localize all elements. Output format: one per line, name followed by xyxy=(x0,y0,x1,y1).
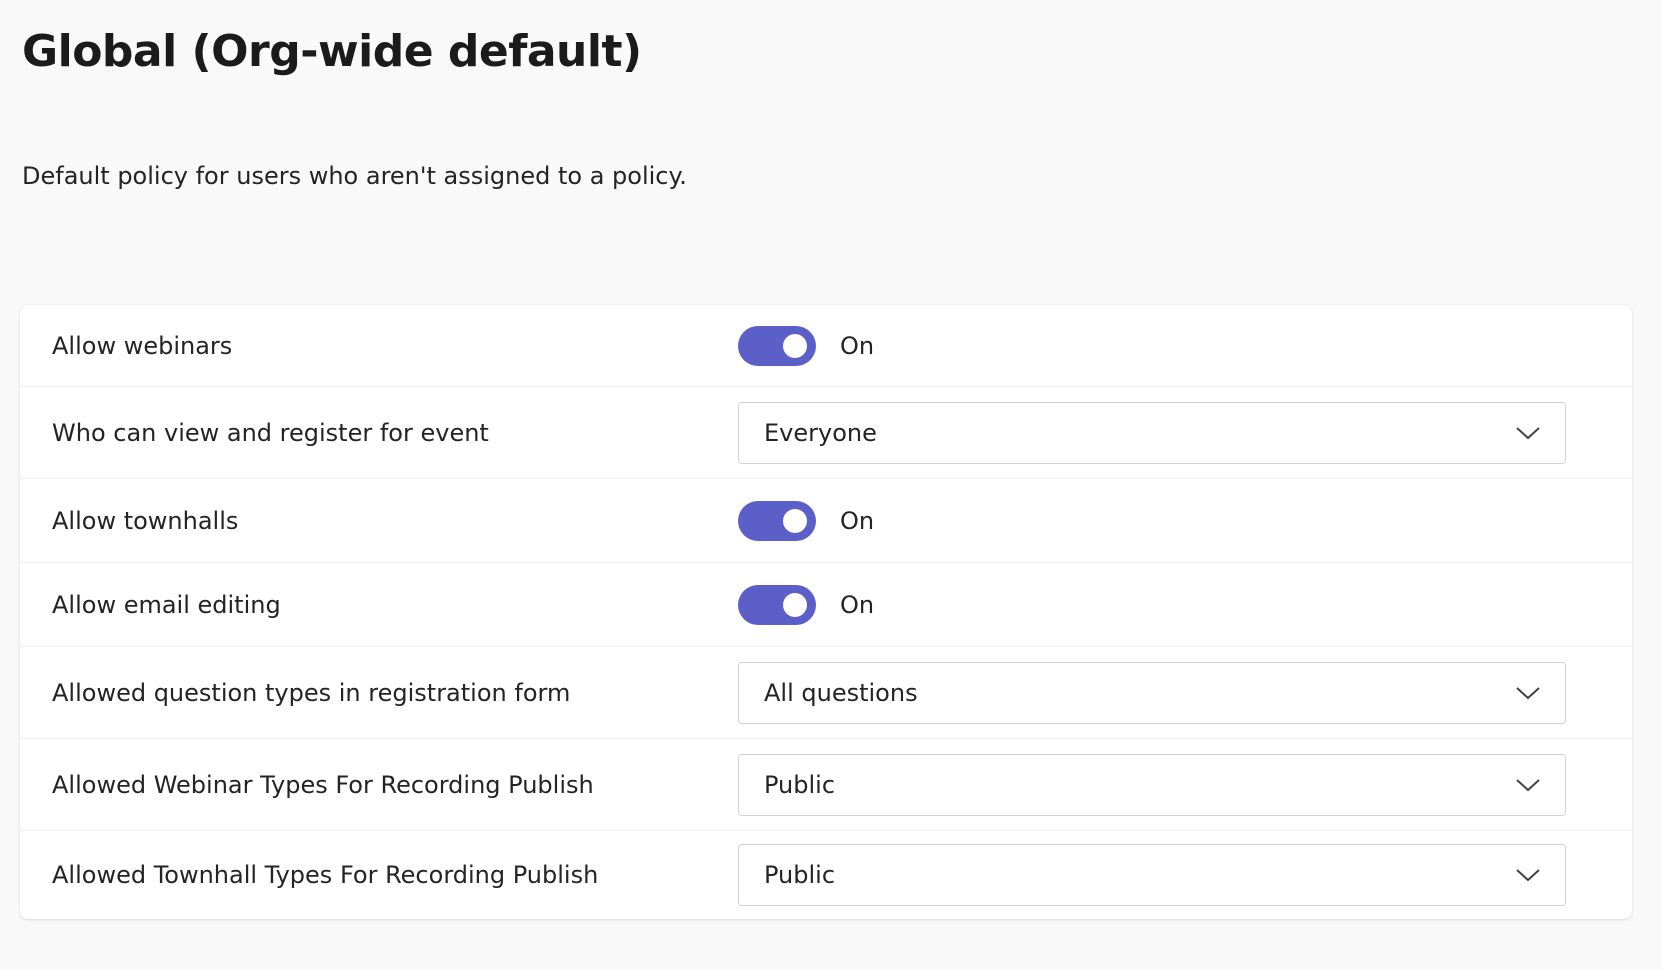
chevron-down-icon xyxy=(1516,686,1540,699)
setting-label: Allowed Townhall Types For Recording Pub… xyxy=(52,861,599,889)
toggle-knob xyxy=(783,508,807,533)
webinar-recording-types-dropdown[interactable]: Public xyxy=(738,753,1566,816)
page-title: Global (Org-wide default) xyxy=(22,26,642,77)
setting-label: Allow townhalls xyxy=(52,506,239,535)
question-types-dropdown[interactable]: All questions xyxy=(738,661,1566,724)
toggle-state-label: On xyxy=(840,331,875,360)
setting-control: Public xyxy=(738,753,1566,816)
setting-row-webinar-recording-types: Allowed Webinar Types For Recording Publ… xyxy=(20,739,1632,831)
toggle-knob xyxy=(783,333,807,358)
allow-townhalls-toggle[interactable] xyxy=(738,500,816,541)
setting-control: On xyxy=(738,500,875,541)
toggle-state-label: On xyxy=(840,590,875,619)
setting-row-who-can-register: Who can view and register for event Ever… xyxy=(20,387,1632,479)
allow-webinars-toggle[interactable] xyxy=(738,325,816,366)
setting-row-allow-townhalls: Allow townhalls On xyxy=(20,479,1632,563)
setting-control: On xyxy=(738,584,875,625)
setting-row-allow-email-editing: Allow email editing On xyxy=(20,563,1632,647)
setting-row-allow-webinars: Allow webinars On xyxy=(20,305,1632,387)
dropdown-value: All questions xyxy=(764,678,918,707)
dropdown-value: Everyone xyxy=(764,418,877,447)
setting-control: Public xyxy=(738,844,1566,906)
setting-row-townhall-recording-types: Allowed Townhall Types For Recording Pub… xyxy=(20,831,1632,919)
setting-label: Who can view and register for event xyxy=(52,418,489,447)
setting-label: Allowed Webinar Types For Recording Publ… xyxy=(52,770,594,799)
chevron-down-icon xyxy=(1516,778,1540,791)
townhall-recording-types-dropdown[interactable]: Public xyxy=(738,844,1566,906)
dropdown-value: Public xyxy=(764,770,836,799)
chevron-down-icon xyxy=(1516,869,1540,882)
settings-card: Allow webinars On Who can view and regis… xyxy=(20,305,1632,919)
who-can-register-dropdown[interactable]: Everyone xyxy=(738,401,1566,464)
setting-row-question-types: Allowed question types in registration f… xyxy=(20,647,1632,739)
allow-email-editing-toggle[interactable] xyxy=(738,584,816,625)
toggle-state-label: On xyxy=(840,506,875,535)
chevron-down-icon xyxy=(1516,426,1540,439)
setting-control: On xyxy=(738,325,875,366)
dropdown-value: Public xyxy=(764,861,836,889)
setting-label: Allow webinars xyxy=(52,331,233,360)
toggle-knob xyxy=(783,592,807,617)
setting-control: All questions xyxy=(738,661,1566,724)
setting-label: Allowed question types in registration f… xyxy=(52,678,571,707)
page-description: Default policy for users who aren't assi… xyxy=(22,162,687,190)
setting-control: Everyone xyxy=(738,401,1566,464)
setting-label: Allow email editing xyxy=(52,590,281,619)
